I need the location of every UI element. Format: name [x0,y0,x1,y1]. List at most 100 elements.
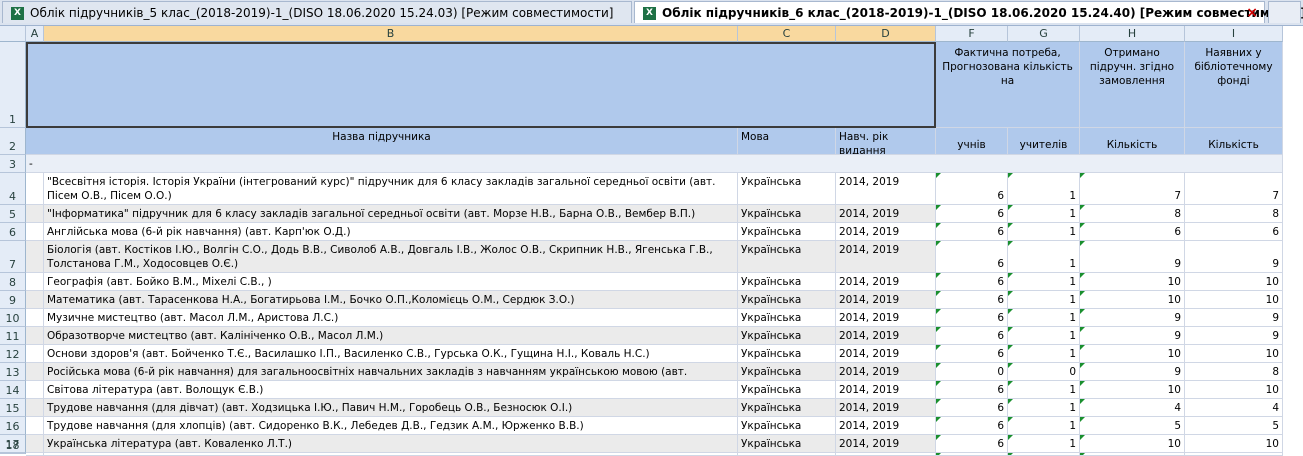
stock-count-cell[interactable]: 9 [1185,327,1283,345]
edition-year-cell[interactable]: 2014, 2019 [836,327,936,345]
edition-year-cell[interactable]: 2014, 2019 [836,309,936,327]
row-header-8[interactable]: 8 [0,273,26,291]
row-header-9[interactable]: 9 [0,291,26,309]
row-header-5[interactable]: 5 [0,205,26,223]
language-cell[interactable]: Українська [738,173,836,205]
students-count-cell[interactable]: 6 [936,327,1008,345]
stock-count-cell[interactable]: 4 [1185,399,1283,417]
column-header-d[interactable]: D [836,26,936,42]
stock-count-cell[interactable]: 10 [1185,345,1283,363]
received-count-cell[interactable]: 10 [1080,291,1185,309]
column-header-c[interactable]: C [738,26,836,42]
received-count-cell[interactable]: 9 [1080,327,1185,345]
row-header-13[interactable]: 13 [0,363,26,381]
table-cell-a[interactable] [26,241,44,273]
textbook-name-cell[interactable]: Трудове навчання (для дівчат) (авт. Ходз… [44,399,738,417]
row-header-14[interactable]: 14 [0,381,26,399]
students-count-cell[interactable]: 6 [936,205,1008,223]
edition-year-cell[interactable]: 2014, 2019 [836,223,936,241]
column-header-h[interactable]: H [1080,26,1185,42]
column-header-a[interactable]: A [26,26,44,42]
edition-year-cell[interactable]: 2014, 2019 [836,345,936,363]
table-cell-a[interactable] [26,273,44,291]
teachers-count-cell[interactable]: 1 [1008,327,1080,345]
textbook-name-cell[interactable]: Світова література (авт. Волощук Є.В.) [44,381,738,399]
stock-count-cell[interactable]: 10 [1185,381,1283,399]
students-count-cell[interactable]: 6 [936,173,1008,205]
row-header-10[interactable]: 10 [0,309,26,327]
header-merged-title-area[interactable] [26,42,936,128]
textbook-name-cell[interactable]: Математика (авт. Тарасенкова Н.А., Богат… [44,291,738,309]
teachers-count-cell[interactable]: 1 [1008,417,1080,435]
language-cell[interactable]: Українська [738,309,836,327]
teachers-count-cell[interactable]: 1 [1008,205,1080,223]
row-header-6[interactable]: 6 [0,223,26,241]
table-cell-a[interactable] [26,363,44,381]
language-cell[interactable]: Українська [738,363,836,381]
textbook-name-cell[interactable]: "Всесвітня історія. Історія України (інт… [44,173,738,205]
received-count-cell[interactable]: 9 [1080,241,1185,273]
received-count-cell[interactable]: 7 [1080,173,1185,205]
row-header-16[interactable]: 16 [0,417,26,435]
teachers-count-cell[interactable]: 1 [1008,173,1080,205]
teachers-count-cell[interactable]: 1 [1008,241,1080,273]
stock-count-cell[interactable]: 10 [1185,435,1283,453]
textbook-name-cell[interactable]: Біологія (авт. Костіков І.Ю., Волгін С.О… [44,241,738,273]
teachers-count-cell[interactable]: 1 [1008,399,1080,417]
edition-year-cell[interactable]: 2014, 2019 [836,399,936,417]
received-count-cell[interactable]: 5 [1080,417,1185,435]
table-cell-a[interactable] [26,173,44,205]
stock-count-cell[interactable]: 8 [1185,205,1283,223]
received-count-cell[interactable]: 6 [1080,223,1185,241]
edition-year-cell[interactable]: 2014, 2019 [836,273,936,291]
stock-count-cell[interactable]: 10 [1185,273,1283,291]
textbook-name-cell[interactable]: Музичне мистецтво (авт. Масол Л.М., Арис… [44,309,738,327]
edition-year-cell[interactable]: 2014, 2019 [836,435,936,453]
language-cell[interactable]: Українська [738,399,836,417]
textbook-name-cell[interactable]: Українська література (авт. Коваленко Л.… [44,435,738,453]
stock-count-cell[interactable]: 9 [1185,241,1283,273]
language-cell[interactable]: Українська [738,327,836,345]
students-count-cell[interactable]: 6 [936,399,1008,417]
row-header-1[interactable]: 1 [0,42,26,128]
column-header-f[interactable]: F [936,26,1008,42]
edition-year-cell[interactable]: 2014, 2019 [836,291,936,309]
row-header-11[interactable]: 11 [0,327,26,345]
textbook-name-cell[interactable]: Трудове навчання (для хлопців) (авт. Сид… [44,417,738,435]
received-count-cell[interactable]: 9 [1080,309,1185,327]
table-cell-a[interactable] [26,205,44,223]
language-cell[interactable]: Українська [738,273,836,291]
language-cell[interactable]: Українська [738,435,836,453]
edition-year-cell[interactable]: 2014, 2019 [836,173,936,205]
received-count-cell[interactable]: 10 [1080,345,1185,363]
teachers-count-cell[interactable]: 1 [1008,345,1080,363]
tab-document-6-class[interactable]: X Облік підручників_6 клас_(2018-2019)-1_… [634,1,1303,23]
received-count-cell[interactable]: 4 [1080,399,1185,417]
new-tab-button[interactable] [1268,1,1301,23]
students-count-cell[interactable]: 6 [936,273,1008,291]
select-all-corner[interactable] [0,26,26,42]
table-cell-a[interactable] [26,435,44,453]
edition-year-cell[interactable]: 2014, 2019 [836,205,936,223]
students-count-cell[interactable]: 6 [936,291,1008,309]
textbook-name-cell[interactable]: Образотворче мистецтво (авт. Калініченко… [44,327,738,345]
teachers-count-cell[interactable]: 1 [1008,435,1080,453]
table-cell-a[interactable] [26,381,44,399]
stock-count-cell[interactable]: 5 [1185,417,1283,435]
row-header-12[interactable]: 12 [0,345,26,363]
column-header-b[interactable]: B [44,26,738,42]
language-cell[interactable]: Українська [738,345,836,363]
received-count-cell[interactable]: 10 [1080,273,1185,291]
outline-marker[interactable]: - [26,155,44,173]
language-cell[interactable]: Українська [738,291,836,309]
teachers-count-cell[interactable]: 1 [1008,381,1080,399]
row-header-2[interactable]: 2 [0,128,26,155]
students-count-cell[interactable]: 6 [936,241,1008,273]
students-count-cell[interactable]: 6 [936,223,1008,241]
received-count-cell[interactable]: 9 [1080,363,1185,381]
row-header-7[interactable]: 7 [0,241,26,273]
row-header-15[interactable]: 15 [0,399,26,417]
table-cell-a[interactable] [26,345,44,363]
table-cell-a[interactable] [26,327,44,345]
spreadsheet-grid[interactable]: A B C D F G H I 1 2 3 4 5 6 7 8 9 10 11 12 13 14 15 16 17 18 Факти… [0,26,1303,456]
